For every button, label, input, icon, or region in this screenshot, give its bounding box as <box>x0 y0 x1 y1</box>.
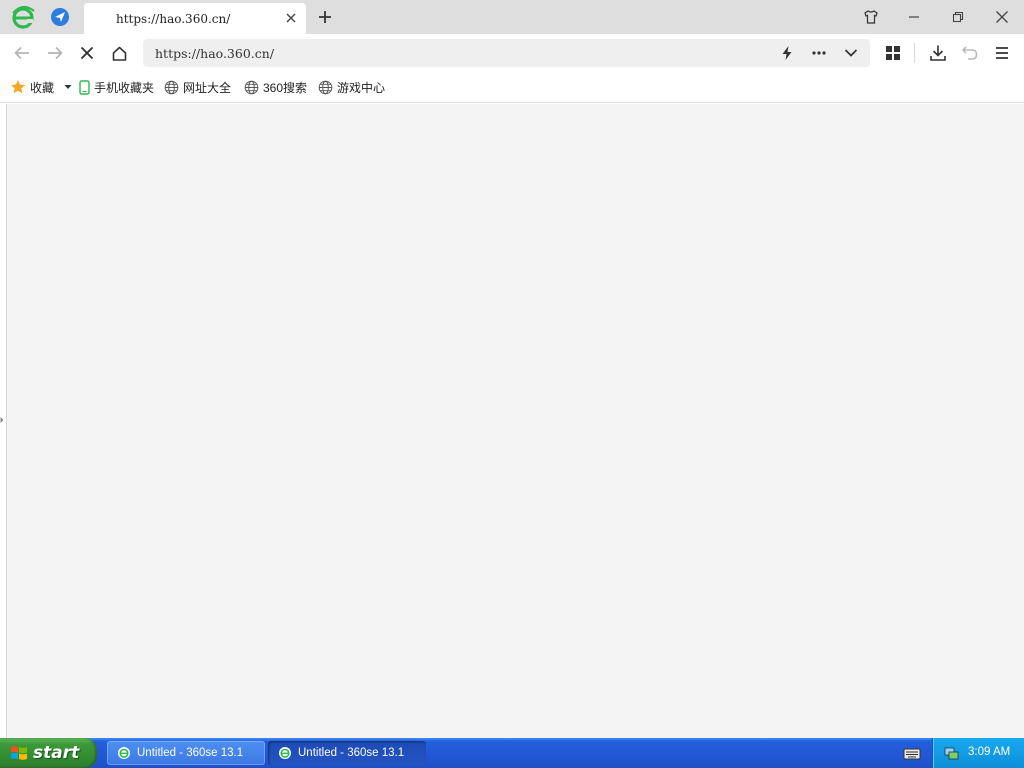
restore-button[interactable] <box>945 4 971 30</box>
hamburger-icon <box>996 47 1008 59</box>
bookmark-games[interactable]: 游戏中心 <box>318 79 385 95</box>
undo-button[interactable] <box>958 41 982 65</box>
globe-icon <box>164 80 179 94</box>
close-icon <box>996 11 1008 23</box>
system-tray: 3:09 AM <box>932 738 1024 768</box>
bookmark-label: 手机收藏夹 <box>94 80 155 95</box>
address-dropdown-button[interactable] <box>841 43 861 63</box>
360se-logo-icon <box>118 747 130 759</box>
bookmark-favorites[interactable]: 收藏 <box>10 79 54 95</box>
lightning-icon <box>782 46 792 60</box>
bookmark-label: 收藏 <box>30 80 55 95</box>
home-button[interactable] <box>107 41 131 65</box>
more-button[interactable] <box>809 43 829 63</box>
speed-button[interactable] <box>777 43 797 63</box>
close-window-button[interactable] <box>989 4 1015 30</box>
back-button[interactable] <box>10 41 34 65</box>
star-icon <box>11 80 25 94</box>
globe-icon <box>244 80 259 94</box>
bookmark-label: 游戏中心 <box>337 80 386 95</box>
download-button[interactable] <box>926 41 950 65</box>
grid-icon <box>886 46 900 60</box>
stop-x-icon <box>80 46 94 60</box>
360se-logo-icon <box>279 747 291 759</box>
ellipsis-icon <box>812 51 826 55</box>
sidebar-toggle-icon[interactable] <box>0 416 4 424</box>
taskbar: start Untitled - 360se 13.1 Untitled - 3… <box>0 738 1024 768</box>
bookmark-label: 360搜索 <box>263 80 308 95</box>
minimize-icon <box>909 16 919 18</box>
clock[interactable]: 3:09 AM <box>968 746 1010 758</box>
address-bar[interactable]: https://hao.360.cn/ <box>143 39 870 67</box>
arrow-left-icon <box>14 46 29 60</box>
shirt-icon <box>864 10 878 24</box>
restore-icon <box>952 11 964 23</box>
undo-icon <box>961 46 978 60</box>
title-bar: https://hao.360.cn/ <box>0 0 1024 34</box>
url-text[interactable]: https://hao.360.cn/ <box>155 46 274 61</box>
bookmarks-bar: 收藏 手机收藏夹 网址大全 360搜索 游戏中心 <box>0 71 1024 103</box>
close-icon[interactable] <box>284 11 298 25</box>
bookmark-hao360[interactable]: 网址大全 <box>164 79 231 95</box>
tab-active[interactable]: https://hao.360.cn/ <box>84 3 306 34</box>
bookmark-mobile[interactable]: 手机收藏夹 <box>79 79 154 95</box>
page-content[interactable] <box>6 104 1024 738</box>
download-icon <box>930 45 946 61</box>
arrow-right-icon <box>48 46 63 60</box>
skin-button[interactable] <box>858 4 884 30</box>
navigation-arrow-icon[interactable] <box>50 7 70 27</box>
navigation-toolbar: https://hao.360.cn/ <box>0 34 1024 71</box>
taskbar-item[interactable]: Untitled - 360se 13.1 <box>107 741 265 765</box>
favorites-dropdown[interactable] <box>64 79 76 95</box>
minimize-button[interactable] <box>901 4 927 30</box>
apps-button[interactable] <box>881 41 905 65</box>
taskbar-item-label: Untitled - 360se 13.1 <box>298 747 405 759</box>
taskbar-item-label: Untitled - 360se 13.1 <box>137 747 244 759</box>
network-icon[interactable] <box>943 745 959 761</box>
360se-logo-icon[interactable] <box>10 4 36 30</box>
home-icon <box>112 46 126 61</box>
start-label: start <box>33 743 80 763</box>
chevron-down-icon <box>844 49 858 57</box>
stop-button[interactable] <box>75 41 99 65</box>
bookmark-label: 网址大全 <box>183 80 232 95</box>
windows-logo-icon <box>11 746 27 760</box>
main-menu-button[interactable] <box>990 41 1014 65</box>
bookmark-360search[interactable]: 360搜索 <box>244 79 307 95</box>
plus-icon[interactable] <box>316 8 334 26</box>
toolbar-divider <box>914 43 915 63</box>
tab-title: https://hao.360.cn/ <box>116 12 231 26</box>
taskbar-item-active[interactable]: Untitled - 360se 13.1 <box>268 741 426 765</box>
keyboard-icon[interactable] <box>903 746 921 760</box>
globe-icon <box>318 80 333 94</box>
forward-button[interactable] <box>43 41 67 65</box>
caret-down-icon <box>64 85 72 89</box>
start-button[interactable]: start <box>0 738 97 768</box>
phone-icon <box>79 79 90 95</box>
